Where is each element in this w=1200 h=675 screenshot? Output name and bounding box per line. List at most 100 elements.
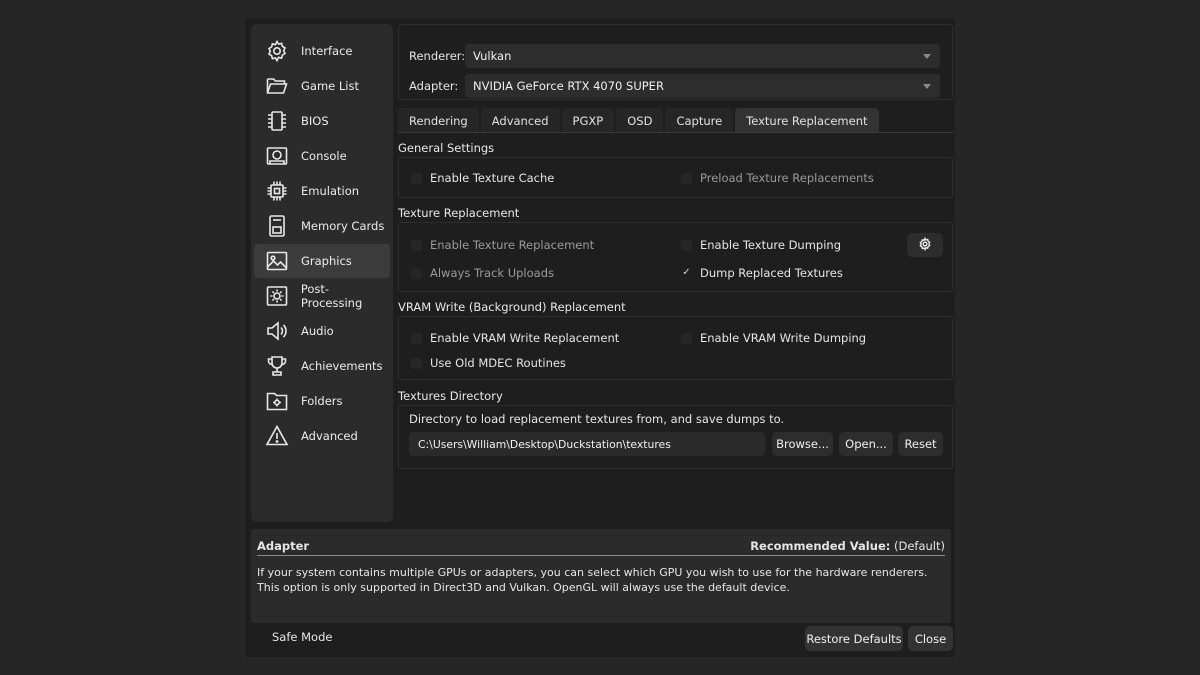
textures-directory-title: Textures Directory (398, 389, 503, 403)
checkbox-label: Always Track Uploads (430, 266, 555, 280)
renderer-select[interactable]: Vulkan (465, 44, 940, 68)
speaker-icon (264, 318, 290, 344)
checkbox-box (411, 172, 422, 184)
always-track-uploads-checkbox[interactable]: Always Track Uploads (411, 266, 554, 280)
info-line-2: This option is only supported in Direct3… (257, 581, 790, 594)
info-header: Adapter Recommended Value: (Default) (257, 536, 945, 556)
sidebar-item-label: Audio (301, 324, 334, 338)
gear-icon (264, 38, 290, 64)
use-old-mdec-routines-checkbox[interactable]: Use Old MDEC Routines (411, 356, 566, 370)
restore-defaults-button[interactable]: Restore Defaults (805, 626, 903, 651)
safe-mode-checkbox[interactable]: Safe Mode (253, 630, 332, 644)
recommended-value: Recommended Value: (Default) (750, 539, 945, 553)
renderer-label: Renderer: (409, 49, 466, 63)
brightness-icon (264, 283, 290, 309)
adapter-value: NVIDIA GeForce RTX 4070 SUPER (473, 79, 664, 93)
checkbox-label: Enable Texture Replacement (430, 238, 595, 252)
sidebar-item-achievements[interactable]: Achievements (254, 349, 390, 383)
texture-replacement-title: Texture Replacement (398, 206, 520, 220)
folder-open-icon (264, 73, 290, 99)
adapter-select[interactable]: NVIDIA GeForce RTX 4070 SUPER (465, 74, 940, 98)
sidebar-item-post-processing[interactable]: Post-Processing (254, 279, 390, 313)
checkbox-box (411, 239, 422, 251)
adapter-row: Adapter: NVIDIA GeForce RTX 4070 SUPER (409, 74, 940, 98)
checkbox-box (253, 631, 264, 643)
warning-icon (264, 423, 290, 449)
checkbox-label: Enable VRAM Write Dumping (700, 331, 867, 345)
gear-icon (918, 236, 932, 255)
checkbox-checked: ✓ (682, 267, 691, 278)
tab-bar: Rendering Advanced PGXP OSD Capture Text… (398, 108, 881, 133)
open-button[interactable]: Open... (839, 432, 893, 456)
enable-vram-write-dumping-checkbox[interactable]: Enable VRAM Write Dumping (681, 331, 866, 345)
trophy-icon (264, 353, 290, 379)
checkbox-label: Enable VRAM Write Replacement (430, 331, 620, 345)
info-line-1: If your system contains multiple GPUs or… (257, 566, 928, 579)
folder-gear-icon (264, 388, 290, 414)
tab-advanced[interactable]: Advanced (480, 108, 560, 133)
sidebar: Interface Game List BIOS Console Emulati… (251, 24, 393, 522)
enable-texture-replacement-checkbox[interactable]: Enable Texture Replacement (411, 238, 594, 252)
enable-texture-dumping-checkbox[interactable]: Enable Texture Dumping (681, 238, 841, 252)
console-icon (264, 143, 290, 169)
directory-description: Directory to load replacement textures f… (409, 412, 785, 426)
tab-pgxp[interactable]: PGXP (561, 108, 615, 133)
dump-replaced-textures-checkbox[interactable]: ✓ Dump Replaced Textures (681, 266, 843, 280)
sidebar-item-bios[interactable]: BIOS (254, 104, 390, 138)
sidebar-item-graphics[interactable]: Graphics (254, 244, 390, 278)
enable-vram-write-replacement-checkbox[interactable]: Enable VRAM Write Replacement (411, 331, 619, 345)
chevron-down-icon (923, 54, 931, 59)
sidebar-item-label: Memory Cards (301, 219, 385, 233)
adapter-label: Adapter: (409, 79, 459, 93)
general-settings-group: Enable Texture Cache Preload Texture Rep… (398, 157, 953, 198)
checkbox-box (681, 332, 692, 344)
recommended-value-text: (Default) (894, 538, 945, 553)
checkbox-label: Enable Texture Cache (430, 171, 555, 185)
texture-replacement-settings-button[interactable] (907, 233, 943, 257)
checkbox-label: Preload Texture Replacements (700, 171, 874, 185)
texture-replacement-group: Enable Texture Replacement Enable Textur… (398, 222, 953, 292)
renderer-row: Renderer: Vulkan (409, 44, 940, 68)
vram-replacement-title: VRAM Write (Background) Replacement (398, 300, 626, 314)
tab-rendering[interactable]: Rendering (398, 108, 479, 133)
checkbox-label: Use Old MDEC Routines (430, 356, 566, 370)
memory-card-icon (264, 213, 290, 239)
preload-texture-replacements-checkbox[interactable]: Preload Texture Replacements (681, 171, 874, 185)
sidebar-item-interface[interactable]: Interface (254, 34, 390, 68)
close-button[interactable]: Close (908, 626, 953, 651)
sidebar-item-advanced[interactable]: Advanced (254, 419, 390, 453)
sidebar-item-audio[interactable]: Audio (254, 314, 390, 348)
setting-info-panel: Adapter Recommended Value: (Default) If … (251, 529, 951, 623)
sidebar-item-game-list[interactable]: Game List (254, 69, 390, 103)
checkbox-label: Dump Replaced Textures (700, 266, 843, 280)
image-icon (264, 248, 290, 274)
sidebar-item-memory-cards[interactable]: Memory Cards (254, 209, 390, 243)
sidebar-item-console[interactable]: Console (254, 139, 390, 173)
sidebar-item-label: Emulation (301, 184, 360, 198)
sidebar-item-emulation[interactable]: Emulation (254, 174, 390, 208)
renderer-value: Vulkan (473, 49, 512, 63)
browse-button[interactable]: Browse... (772, 432, 833, 456)
sidebar-item-label: Post-Processing (300, 282, 363, 310)
textures-directory-group: Directory to load replacement textures f… (398, 405, 953, 469)
textures-path-input[interactable] (409, 432, 765, 456)
enable-texture-cache-checkbox[interactable]: Enable Texture Cache (411, 171, 554, 185)
settings-dialog: Interface Game List BIOS Console Emulati… (245, 18, 955, 657)
sidebar-item-label: Console (301, 149, 347, 163)
sidebar-item-label: Advanced (301, 429, 358, 443)
tab-divider (398, 132, 954, 133)
tab-texture-replacement[interactable]: Texture Replacement (735, 108, 879, 133)
checkbox-box (411, 357, 422, 369)
sidebar-item-label: Graphics (301, 254, 352, 268)
checkbox-box (681, 239, 692, 251)
sidebar-item-label: Game List (301, 79, 359, 93)
tab-osd[interactable]: OSD (616, 108, 664, 133)
sidebar-item-label: BIOS (301, 114, 329, 128)
checkbox-label: Enable Texture Dumping (700, 238, 842, 252)
reset-button[interactable]: Reset (898, 432, 943, 456)
recommended-label: Recommended Value: (750, 538, 891, 553)
tab-capture[interactable]: Capture (665, 108, 734, 133)
chevron-down-icon (923, 84, 931, 89)
info-title: Adapter (257, 538, 310, 553)
sidebar-item-folders[interactable]: Folders (254, 384, 390, 418)
